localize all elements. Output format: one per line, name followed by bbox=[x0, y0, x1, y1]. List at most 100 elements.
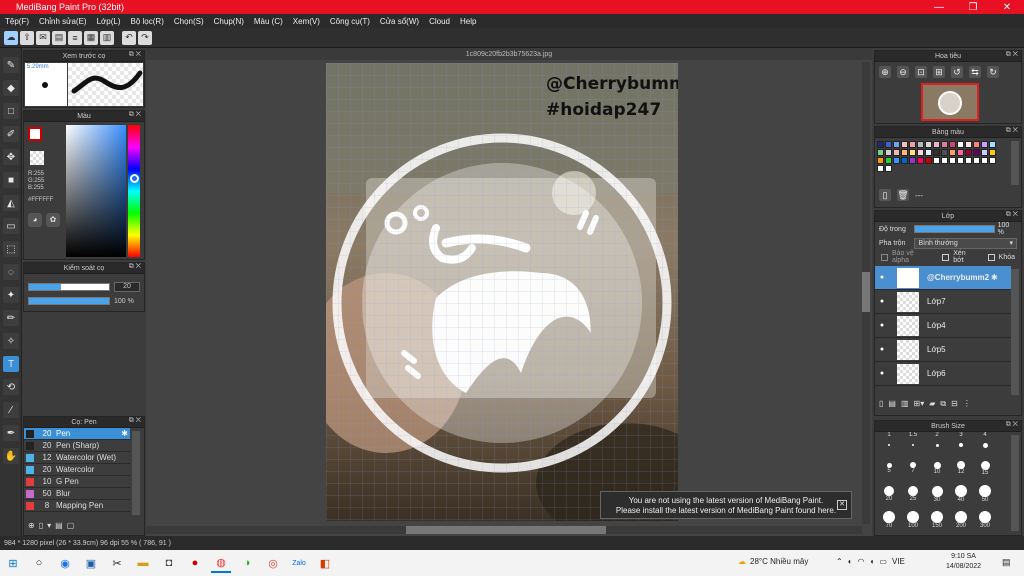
visibility-icon[interactable]: ● bbox=[875, 322, 889, 329]
brush-size-option[interactable]: 30 bbox=[925, 484, 949, 510]
select-pen-icon[interactable]: ✏ bbox=[3, 310, 19, 326]
brush-size-option[interactable]: 1.5 bbox=[901, 432, 925, 458]
visibility-icon[interactable]: ● bbox=[875, 370, 889, 377]
palette-swatch[interactable] bbox=[949, 157, 956, 164]
palette-swatch[interactable] bbox=[901, 141, 908, 148]
visibility-icon[interactable]: ● bbox=[875, 298, 889, 305]
clock[interactable]: 9:10 SA 14/08/2022 bbox=[946, 552, 981, 572]
lasso-tool-icon[interactable]: ◌ bbox=[3, 264, 19, 280]
menu-file[interactable]: Tệp(F) bbox=[0, 17, 34, 26]
palette-icon[interactable]: ◕ bbox=[28, 213, 42, 227]
palette-swatch[interactable] bbox=[957, 149, 964, 156]
brush-item[interactable]: 20 Pen (Sharp) bbox=[24, 440, 130, 452]
blend-mode-select[interactable]: Bình thường ▾ bbox=[914, 237, 1017, 249]
menu-view[interactable]: Xem(V) bbox=[288, 17, 325, 26]
brush-size-option[interactable]: 50 bbox=[973, 484, 997, 510]
palette-swatch[interactable] bbox=[989, 157, 996, 164]
palette-swatch[interactable] bbox=[965, 157, 972, 164]
flip-icon[interactable]: ⇆ bbox=[969, 66, 981, 78]
palette-scrollbar[interactable] bbox=[1011, 141, 1019, 185]
brush-size-option[interactable]: 15 bbox=[973, 458, 997, 484]
layer-row[interactable]: ● Lớp7 bbox=[875, 290, 1011, 314]
canvas-vertical-scrollbar[interactable] bbox=[862, 62, 870, 524]
palette-swatch[interactable] bbox=[909, 141, 916, 148]
palette-swatch[interactable] bbox=[981, 149, 988, 156]
palette-swatch[interactable] bbox=[885, 149, 892, 156]
foreground-color-swatch[interactable] bbox=[28, 127, 42, 141]
menu-tools[interactable]: Công cụ(T) bbox=[325, 17, 375, 26]
navigator-thumbnail[interactable] bbox=[921, 83, 979, 121]
duplicate-layer-icon[interactable]: ⧉ bbox=[940, 399, 946, 409]
actual-size-icon[interactable]: ⊞ bbox=[933, 66, 945, 78]
redo-icon[interactable]: ↷ bbox=[138, 30, 152, 45]
merge-layer-icon[interactable]: ⊟ bbox=[951, 399, 958, 409]
panel-menu-icon[interactable]: ⧉ ✕ bbox=[129, 417, 141, 425]
update-notification[interactable]: You are not using the latest version of … bbox=[600, 491, 852, 519]
palette-swatch[interactable] bbox=[941, 149, 948, 156]
menu-cloud[interactable]: Cloud bbox=[424, 17, 455, 26]
brush-size-option[interactable]: 7 bbox=[901, 458, 925, 484]
hand-tool-icon[interactable]: ✋ bbox=[3, 448, 19, 464]
menu-layer[interactable]: Lớp(L) bbox=[92, 17, 126, 26]
medibang-icon[interactable]: ◍ bbox=[211, 553, 231, 573]
menu-help[interactable]: Help bbox=[455, 17, 481, 26]
store-icon[interactable]: ▣ bbox=[81, 553, 101, 573]
search-icon[interactable]: ○ bbox=[29, 553, 49, 573]
list-icon[interactable]: ≡ bbox=[68, 30, 82, 45]
brush-size-option[interactable]: 10 bbox=[925, 458, 949, 484]
divide-tool-icon[interactable]: ✒ bbox=[3, 425, 19, 441]
panel-menu-icon[interactable]: ⧉ ✕ bbox=[129, 51, 141, 59]
palette-swatch[interactable] bbox=[933, 149, 940, 156]
zoom-out-icon[interactable]: ⊖ bbox=[897, 66, 909, 78]
move-tool-icon[interactable]: ✥ bbox=[3, 149, 19, 165]
brush-item[interactable]: 8 Mapping Pen bbox=[24, 500, 130, 512]
palette-swatch[interactable] bbox=[917, 141, 924, 148]
brush-item[interactable]: 50 Blur bbox=[24, 488, 130, 500]
brush-size-option[interactable]: 12 bbox=[949, 458, 973, 484]
canvas-horizontal-scrollbar[interactable] bbox=[146, 526, 862, 534]
shape-tool-icon[interactable]: □ bbox=[3, 103, 19, 119]
layer-row[interactable]: ● Lớp4 bbox=[875, 314, 1011, 338]
background-color-swatch[interactable] bbox=[30, 151, 44, 165]
panel-menu-icon[interactable]: ⧉ ✕ bbox=[1006, 127, 1018, 135]
layout-icon[interactable]: ▥ bbox=[100, 30, 114, 45]
gear-icon[interactable]: ✱ bbox=[121, 429, 130, 438]
menu-color[interactable]: Màu (C) bbox=[249, 17, 288, 26]
notification-close-icon[interactable]: ✕ bbox=[837, 500, 847, 510]
brush-item[interactable]: 10 G Pen bbox=[24, 476, 130, 488]
palette-swatch[interactable] bbox=[981, 157, 988, 164]
select-eraser-icon[interactable]: ✧ bbox=[3, 333, 19, 349]
share-icon[interactable]: ⇪ bbox=[20, 30, 34, 45]
palette-swatch[interactable] bbox=[933, 141, 940, 148]
layer-settings-icon[interactable]: ⋮ bbox=[963, 399, 971, 409]
palette-swatch[interactable] bbox=[925, 149, 932, 156]
palette-swatch[interactable] bbox=[909, 149, 916, 156]
eraser-tool-icon[interactable]: ◆ bbox=[3, 80, 19, 96]
tray-chevron-icon[interactable]: ⌃ bbox=[836, 557, 843, 566]
palette-swatch[interactable] bbox=[933, 157, 940, 164]
brush-size-value[interactable]: 20 bbox=[114, 282, 140, 292]
document-tab[interactable]: 1c809c20fb2b3b75623a.jpg bbox=[146, 48, 872, 60]
tray-app-icon[interactable]: ◐ bbox=[848, 557, 853, 566]
page-icon[interactable]: ▤ bbox=[52, 30, 66, 45]
new-halftone-layer-icon[interactable]: ▤ bbox=[888, 399, 896, 409]
palette-swatch[interactable] bbox=[917, 157, 924, 164]
brush-size-option[interactable]: 1 bbox=[877, 432, 901, 458]
office-icon[interactable]: ◧ bbox=[315, 553, 335, 573]
palette-swatch[interactable] bbox=[877, 157, 884, 164]
new-8bit-layer-icon[interactable]: ▥ bbox=[901, 399, 909, 409]
layer-row[interactable]: ● Lớp5 bbox=[875, 338, 1011, 362]
palette-swatch[interactable] bbox=[877, 141, 884, 148]
brush-size-slider[interactable] bbox=[28, 283, 110, 291]
network-icon[interactable]: ◠ bbox=[858, 557, 865, 566]
palette-swatch[interactable] bbox=[885, 165, 892, 172]
brush-new-icon[interactable]: ▯ bbox=[39, 521, 43, 530]
menu-filter[interactable]: Bộ lọc(R) bbox=[126, 17, 169, 26]
protect-alpha-checkbox[interactable] bbox=[881, 253, 888, 261]
brush-size-option[interactable]: 150 bbox=[925, 510, 949, 536]
dot-tool-icon[interactable]: ✐ bbox=[3, 126, 19, 142]
palette-swatch[interactable] bbox=[877, 165, 884, 172]
brush-list-scrollbar[interactable] bbox=[132, 431, 140, 515]
palette-swatch[interactable] bbox=[901, 149, 908, 156]
palette-swatch[interactable] bbox=[957, 157, 964, 164]
